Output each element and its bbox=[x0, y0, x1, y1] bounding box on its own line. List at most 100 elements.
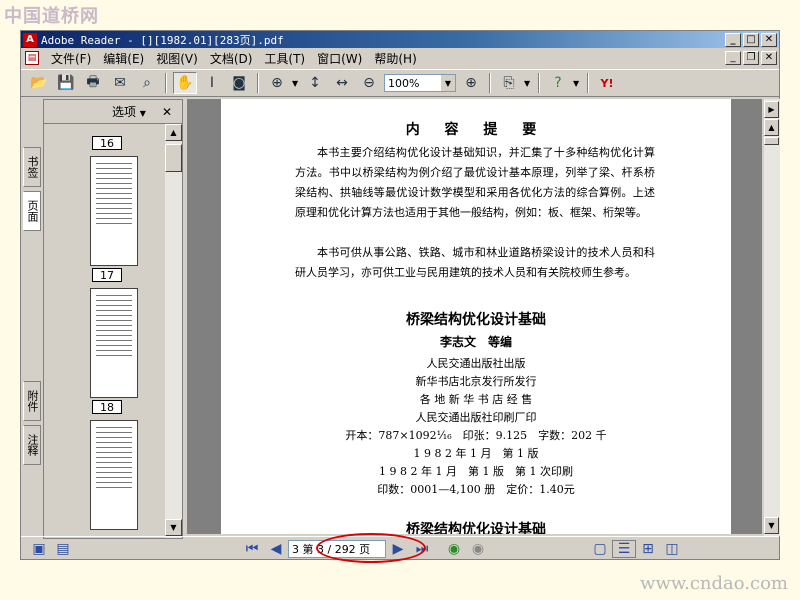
go-forward-icon[interactable]: ◉ bbox=[466, 540, 490, 558]
panel-header: 选项 ▼ ✕ bbox=[44, 100, 182, 124]
book-title: 桥梁结构优化设计基础 bbox=[406, 312, 546, 328]
menu-file[interactable]: 文件(F) bbox=[45, 50, 97, 67]
document-properties-icon[interactable]: ▣ bbox=[27, 540, 51, 558]
tab-attachments[interactable]: 附件 bbox=[23, 381, 41, 421]
pages-panel: 选项 ▼ ✕ 16 17 18 ▲ ▼ bbox=[43, 99, 183, 539]
tab-bookmarks[interactable]: 书签 bbox=[23, 147, 41, 187]
first-page-icon[interactable]: ⏮ bbox=[240, 540, 264, 558]
sellers-line: 各 地 新 华 书 店 经 售 bbox=[419, 393, 533, 406]
continuous-view-icon[interactable]: ☰ bbox=[612, 539, 636, 558]
pdf-document-icon[interactable]: ▤ bbox=[25, 51, 39, 65]
page-thumbnail[interactable] bbox=[90, 420, 138, 530]
save-icon[interactable]: 💾 bbox=[54, 72, 78, 94]
menu-edit[interactable]: 编辑(E) bbox=[97, 50, 150, 67]
scroll-thumb[interactable] bbox=[764, 137, 779, 145]
facing-view-icon[interactable]: ⊞ bbox=[636, 540, 660, 558]
page-thumbnail[interactable] bbox=[90, 156, 138, 266]
distributor-line: 新华书店北京发行所发行 bbox=[415, 375, 537, 388]
page-thumbnail[interactable] bbox=[90, 288, 138, 398]
edition-date-line: 1 9 8 2 年 1 月 第 1 版 bbox=[413, 447, 539, 460]
zoom-in-tool-icon[interactable]: ⊕ bbox=[265, 72, 289, 94]
document-view[interactable]: 内 容 提 要 本书主要介绍结构优化设计基础知识，并汇集了十多种结构优化计算方法… bbox=[187, 99, 762, 534]
zoom-input[interactable]: 100% ▼ bbox=[384, 74, 456, 92]
print-icon[interactable]: 🖶 bbox=[81, 72, 105, 94]
email-icon[interactable]: ✉ bbox=[108, 72, 132, 94]
site-url-watermark: www.cndao.com bbox=[640, 573, 788, 594]
document-scrollbar[interactable]: ▶ ▲ ▼ bbox=[764, 99, 780, 536]
format-line: 开本：787×1092⅟₁₆ 印张：9.125 字数：202 千 bbox=[345, 429, 607, 442]
page-number-label: 16 bbox=[92, 136, 122, 150]
chevron-down-icon[interactable]: ▼ bbox=[524, 79, 532, 88]
summary-paragraph-2: 本书可供从事公路、铁路、城市和林业道路桥梁设计的技术人员和科研人员学习，亦可供工… bbox=[295, 246, 655, 279]
zoom-in-icon[interactable]: ⊕ bbox=[459, 72, 483, 94]
chevron-down-icon[interactable]: ▼ bbox=[292, 79, 300, 88]
tab-comments[interactable]: 注释 bbox=[23, 425, 41, 465]
adobe-reader-icon: A bbox=[23, 32, 37, 47]
toolbar-separator bbox=[587, 73, 589, 93]
doc-minimize-icon[interactable]: _ bbox=[725, 51, 741, 65]
publisher-line: 人民交通出版社出版 bbox=[426, 357, 526, 370]
scroll-down-icon[interactable]: ▼ bbox=[165, 519, 182, 536]
thumbnail-list: 16 17 18 bbox=[44, 124, 166, 538]
menu-help[interactable]: 帮助(H) bbox=[368, 50, 422, 67]
zoom-out-icon[interactable]: ⊖ bbox=[357, 72, 381, 94]
go-back-icon[interactable]: ◉ bbox=[442, 540, 466, 558]
toolbar-separator bbox=[538, 73, 540, 93]
content-heading: 内 容 提 要 bbox=[405, 122, 547, 138]
toolbar-separator bbox=[257, 73, 259, 93]
site-logo: 中国道桥网 bbox=[4, 6, 99, 27]
menu-view[interactable]: 视图(V) bbox=[150, 50, 204, 67]
window-title: Adobe Reader - [][1982.01][283页].pdf bbox=[41, 33, 284, 47]
continuous-facing-view-icon[interactable]: ◫ bbox=[660, 540, 684, 558]
red-highlight-circle bbox=[316, 533, 426, 563]
print-run-line: 印数：0001—4,100 册 定价：1.40元 bbox=[377, 483, 575, 496]
page-number-label: 18 bbox=[92, 400, 122, 414]
options-menu[interactable]: 选项 ▼ bbox=[112, 103, 146, 120]
scroll-up-icon[interactable]: ▲ bbox=[764, 119, 779, 136]
menu-bar: ▤ 文件(F) 编辑(E) 视图(V) 文档(D) 工具(T) 窗口(W) 帮助… bbox=[21, 48, 779, 68]
chevron-down-icon[interactable]: ▼ bbox=[573, 79, 581, 88]
select-text-icon[interactable]: I bbox=[200, 72, 224, 94]
pdf-page: 内 容 提 要 本书主要介绍结构优化设计基础知识，并汇集了十多种结构优化计算方法… bbox=[221, 99, 731, 534]
printer-line: 人民交通出版社印刷厂印 bbox=[415, 411, 537, 424]
maximize-icon[interactable]: □ bbox=[743, 32, 759, 47]
scroll-thumb[interactable] bbox=[165, 144, 182, 172]
menu-window[interactable]: 窗口(W) bbox=[311, 50, 368, 67]
scroll-down-icon[interactable]: ▼ bbox=[764, 517, 779, 534]
page-number-label: 17 bbox=[92, 268, 122, 282]
chevron-down-icon: ▼ bbox=[139, 109, 146, 118]
scroll-up-icon[interactable]: ▲ bbox=[165, 124, 182, 141]
page-size-icon[interactable]: ▤ bbox=[51, 540, 75, 558]
hand-tool-icon[interactable]: ✋ bbox=[173, 72, 197, 94]
close-icon[interactable]: ✕ bbox=[761, 32, 777, 47]
menu-tools[interactable]: 工具(T) bbox=[258, 50, 311, 67]
toolbar: 📂 💾 🖶 ✉ ⌕ ✋ I ◙ ⊕ ▼ ↕ ↔ ⊖ 100% ▼ ⊕ ⎘ ▼ ?… bbox=[21, 69, 779, 97]
panel-close-icon[interactable]: ✕ bbox=[162, 105, 172, 119]
snapshot-camera-icon[interactable]: ◙ bbox=[227, 72, 251, 94]
fit-width-icon[interactable]: ↔ bbox=[330, 72, 354, 94]
chevron-down-icon[interactable]: ▼ bbox=[441, 75, 455, 91]
thumbnail-scrollbar[interactable]: ▲ ▼ bbox=[165, 124, 182, 538]
zoom-value: 100% bbox=[388, 76, 420, 90]
book-author: 李志文 等编 bbox=[439, 335, 512, 349]
summary-paragraph-1: 本书主要介绍结构优化设计基础知识，并汇集了十多种结构优化计算方法。书中以桥梁结构… bbox=[295, 146, 655, 219]
doc-close-icon[interactable]: ✕ bbox=[761, 51, 777, 65]
book-title-repeat: 桥梁结构优化设计基础 bbox=[406, 522, 546, 534]
menu-document[interactable]: 文档(D) bbox=[204, 50, 259, 67]
help-icon[interactable]: ? bbox=[546, 72, 570, 94]
tab-pages[interactable]: 页面 bbox=[23, 191, 41, 231]
panel-toggle-icon[interactable]: ▶ bbox=[764, 101, 779, 118]
doc-restore-icon[interactable]: ❐ bbox=[743, 51, 759, 65]
yahoo-toolbar-icon[interactable]: Y! bbox=[595, 72, 619, 94]
printing-date-line: 1 9 8 2 年 1 月 第 1 版 第 1 次印刷 bbox=[379, 465, 573, 478]
search-binoculars-icon[interactable]: ⌕ bbox=[135, 72, 159, 94]
toolbar-separator bbox=[489, 73, 491, 93]
single-page-view-icon[interactable]: ▢ bbox=[588, 540, 612, 558]
rotate-view-icon[interactable]: ⎘ bbox=[497, 72, 521, 94]
toolbar-separator bbox=[165, 73, 167, 93]
minimize-icon[interactable]: _ bbox=[725, 32, 741, 47]
open-folder-icon[interactable]: 📂 bbox=[27, 72, 51, 94]
side-tabs: 书签 页面 附件 注释 bbox=[21, 99, 43, 539]
fit-page-icon[interactable]: ↕ bbox=[303, 72, 327, 94]
previous-page-icon[interactable]: ◀ bbox=[264, 540, 288, 558]
